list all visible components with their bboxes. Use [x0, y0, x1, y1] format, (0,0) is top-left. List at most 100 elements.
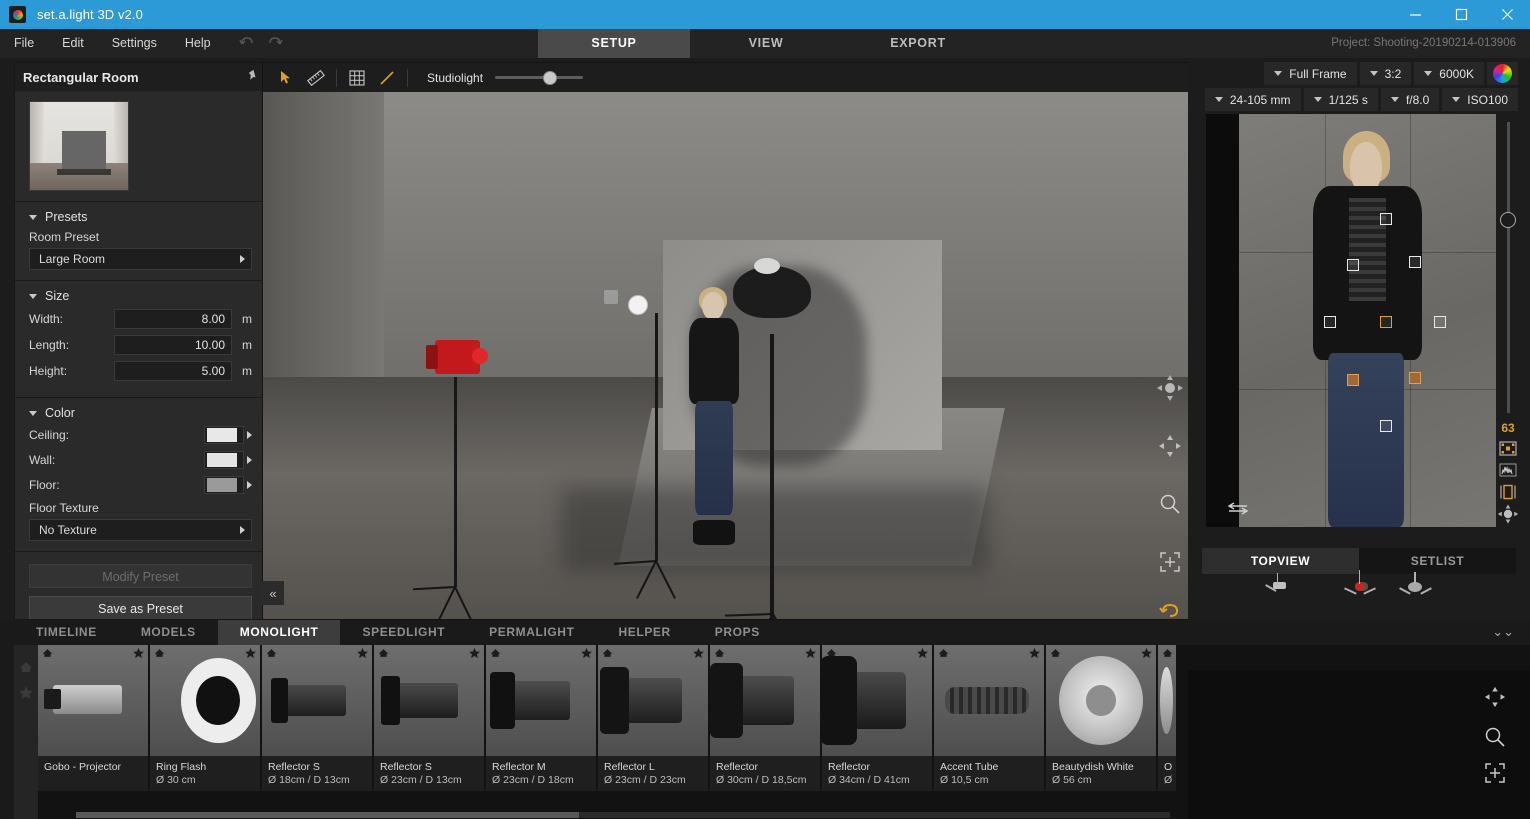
home-icon[interactable]: [266, 648, 277, 661]
iso-select[interactable]: ISO100: [1442, 88, 1518, 111]
library-item-card[interactable]: Reflector MØ 23cm / D 18cm: [486, 645, 596, 791]
close-button[interactable]: [1484, 0, 1530, 29]
home-icon[interactable]: [602, 648, 613, 661]
sensor-format-select[interactable]: Full Frame: [1264, 62, 1357, 85]
tab-monolight[interactable]: MONOLIGHT: [217, 620, 341, 645]
home-icon[interactable]: [490, 648, 501, 661]
width-input[interactable]: 8.00: [114, 309, 232, 329]
home-icon[interactable]: [938, 648, 949, 661]
minimize-button[interactable]: [1392, 0, 1438, 29]
undo-icon[interactable]: [238, 35, 256, 53]
focal-length-select[interactable]: 24-105 mm: [1204, 88, 1301, 111]
library-item-card[interactable]: Reflector SØ 23cm / D 13cm: [374, 645, 484, 791]
star-icon[interactable]: [581, 648, 592, 661]
light-meter-point[interactable]: [1408, 372, 1421, 385]
select-cursor-icon[interactable]: [271, 63, 301, 92]
tab-setlist[interactable]: SETLIST: [1359, 548, 1516, 574]
tab-permalight[interactable]: PERMALIGHT: [467, 620, 596, 645]
light-red-selected[interactable]: [426, 339, 489, 374]
histogram-icon[interactable]: [1496, 461, 1520, 479]
menu-edit[interactable]: Edit: [48, 29, 98, 58]
wall-color-swatch[interactable]: [204, 451, 244, 469]
topview-light-red[interactable]: [1343, 570, 1376, 595]
save-as-preset-button[interactable]: Save as Preset: [29, 596, 252, 619]
light-meter-point[interactable]: [1380, 213, 1393, 226]
menu-settings[interactable]: Settings: [98, 29, 171, 58]
chevron-right-icon[interactable]: [247, 431, 252, 439]
slider-knob[interactable]: [542, 70, 557, 85]
zoom-magnifier-icon[interactable]: [1480, 722, 1510, 752]
tab-speedlight[interactable]: SPEEDLIGHT: [340, 620, 467, 645]
library-item-card[interactable]: Reflector Ø 34cm / D 41cm: [822, 645, 932, 791]
home-icon[interactable]: [42, 648, 53, 661]
light-meter-point[interactable]: [1346, 374, 1359, 387]
tab-setup[interactable]: SETUP: [538, 29, 690, 58]
fit-to-frame-icon[interactable]: [1480, 758, 1510, 788]
reset-view-icon[interactable]: [1153, 593, 1187, 619]
star-icon[interactable]: [1141, 648, 1152, 661]
library-item-card[interactable]: Accent Tube Ø 10,5 cm: [934, 645, 1044, 791]
star-icon[interactable]: [917, 648, 928, 661]
chevron-right-icon[interactable]: [247, 456, 252, 464]
aspect-ratio-select[interactable]: 3:2: [1359, 62, 1412, 85]
star-icon[interactable]: [245, 648, 256, 661]
presets-section-header[interactable]: Presets: [29, 210, 252, 224]
scene-3d-view[interactable]: [263, 92, 1193, 619]
aperture-select[interactable]: f/8.0: [1380, 88, 1440, 111]
zoom-magnifier-icon[interactable]: [1153, 487, 1187, 521]
color-wheel-icon[interactable]: [1487, 62, 1518, 85]
model-figure[interactable]: [677, 287, 751, 546]
modify-preset-button[interactable]: Modify Preset: [29, 564, 252, 588]
ceiling-color-swatch[interactable]: [204, 426, 244, 444]
light-meter-point[interactable]: [1408, 256, 1421, 269]
star-icon[interactable]: [133, 648, 144, 661]
maximize-button[interactable]: [1438, 0, 1484, 29]
preview-image[interactable]: [1239, 114, 1496, 527]
menu-file[interactable]: File: [0, 29, 48, 58]
pin-icon[interactable]: [242, 67, 262, 88]
white-balance-select[interactable]: 6000K: [1414, 62, 1484, 85]
star-icon[interactable]: [693, 648, 704, 661]
orbit-navigation-icon[interactable]: [1153, 371, 1187, 405]
light-meter-points-icon[interactable]: [1496, 439, 1520, 457]
light-meter-point[interactable]: [1346, 258, 1359, 271]
library-horizontal-scrollbar[interactable]: [76, 812, 1170, 818]
star-icon[interactable]: [357, 648, 368, 661]
home-icon[interactable]: [1162, 648, 1173, 661]
chevron-right-icon[interactable]: [247, 481, 252, 489]
star-icon[interactable]: [469, 648, 480, 661]
library-item-card[interactable]: Beautydish White Ø 56 cm: [1046, 645, 1156, 791]
studiolight-slider[interactable]: [495, 70, 584, 85]
home-icon[interactable]: [154, 648, 165, 661]
crop-frame-icon[interactable]: [1496, 483, 1520, 501]
chevron-double-down-icon[interactable]: ⌄⌄: [1492, 624, 1514, 640]
tab-timeline[interactable]: TIMELINE: [14, 620, 119, 645]
fit-to-frame-icon[interactable]: [1153, 545, 1187, 579]
camera-preview[interactable]: [1206, 114, 1496, 527]
ruler-icon[interactable]: [301, 63, 331, 92]
tab-helper[interactable]: HELPER: [597, 620, 693, 645]
topview-light-1[interactable]: [1265, 573, 1286, 592]
topview-light-2[interactable]: [1399, 572, 1433, 595]
library-item-card[interactable]: Reflector Ø 30cm / D 18,5cm: [710, 645, 820, 791]
color-section-header[interactable]: Color: [29, 406, 252, 420]
length-input[interactable]: 10.00: [114, 335, 232, 355]
home-icon[interactable]: [1050, 648, 1061, 661]
tab-models[interactable]: MODELS: [119, 620, 218, 645]
light-meter-point[interactable]: [1323, 316, 1336, 329]
library-item-card[interactable]: Reflector LØ 23cm / D 23cm: [598, 645, 708, 791]
star-icon[interactable]: [805, 648, 816, 661]
tab-view[interactable]: VIEW: [690, 29, 842, 58]
shutter-speed-select[interactable]: 1/125 s: [1303, 88, 1378, 111]
tab-props[interactable]: PROPS: [693, 620, 782, 645]
light-meter-point[interactable]: [1380, 419, 1393, 432]
size-section-header[interactable]: Size: [29, 289, 252, 303]
redo-icon[interactable]: [266, 35, 283, 53]
floor-color-swatch[interactable]: [204, 476, 244, 494]
floor-texture-select[interactable]: No Texture: [29, 519, 252, 541]
star-icon[interactable]: [1029, 648, 1040, 661]
tab-export[interactable]: EXPORT: [842, 29, 994, 58]
light-meter-point[interactable]: [1434, 316, 1447, 329]
library-item-card[interactable]: Gobo - Projector: [38, 645, 148, 791]
library-item-card[interactable]: Reflector SØ 18cm / D 13cm: [262, 645, 372, 791]
